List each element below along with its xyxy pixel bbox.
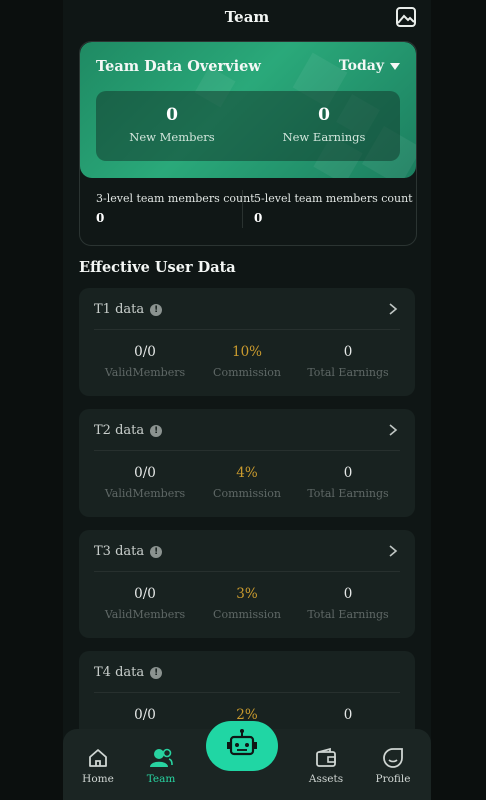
divider xyxy=(94,692,400,693)
valid-members-label: ValidMembers xyxy=(104,608,186,621)
top-bar: Team xyxy=(63,0,431,36)
commission-label: Commission xyxy=(213,608,281,621)
total-earnings-value: 0 xyxy=(343,707,353,723)
total-earnings-value: 0 xyxy=(343,465,353,481)
total-earnings: 0 Total Earnings xyxy=(297,344,399,379)
total-earnings: 0 Total Earnings xyxy=(297,465,399,500)
image-icon[interactable] xyxy=(395,6,417,28)
profile-icon xyxy=(383,748,403,768)
center-action-button[interactable] xyxy=(206,721,278,771)
info-icon[interactable]: ! xyxy=(150,424,163,437)
valid-members-label: ValidMembers xyxy=(104,487,186,500)
valid-members-value: 0/0 xyxy=(134,586,156,602)
commission-label: Commission xyxy=(213,366,281,379)
overview-title: Team Data Overview xyxy=(96,58,261,75)
level5-count: 5-level team members count 0 xyxy=(254,192,413,225)
t1-title: T1 data xyxy=(94,302,145,317)
app-screen: Team Team Data Overview Today 0 New Memb… xyxy=(63,0,431,800)
total-earnings: 0 xyxy=(297,707,399,723)
commission-value: 10% xyxy=(231,344,262,360)
nav-profile-label: Profile xyxy=(375,773,411,785)
info-icon[interactable]: ! xyxy=(150,303,163,316)
divider xyxy=(94,450,400,451)
t3-data-card[interactable]: T3 data ! 0/0 ValidMembers 3% Commission… xyxy=(79,530,415,638)
commission-value: 3% xyxy=(236,586,258,602)
chevron-right-icon[interactable] xyxy=(387,423,399,437)
period-label: Today xyxy=(338,58,384,74)
valid-members-label: ValidMembers xyxy=(104,366,186,379)
total-earnings-label: Total Earnings xyxy=(307,366,389,379)
level5-label: 5-level team members count xyxy=(254,192,413,205)
page-title: Team xyxy=(224,8,270,26)
chevron-right-icon[interactable] xyxy=(387,302,399,316)
level3-count: 3-level team members count 0 xyxy=(96,192,255,225)
caret-down-icon xyxy=(390,62,400,70)
level3-label: 3-level team members count xyxy=(96,192,255,205)
nav-profile[interactable]: Profile xyxy=(363,747,423,785)
level-counts: 3-level team members count 0 5-level tea… xyxy=(80,178,416,245)
period-dropdown[interactable]: Today xyxy=(339,58,400,74)
commission-value: 4% xyxy=(236,465,258,481)
wallet-icon xyxy=(316,747,336,767)
commission: 3% Commission xyxy=(196,586,298,621)
valid-members: 0/0 ValidMembers xyxy=(94,586,196,621)
nav-assets[interactable]: Assets xyxy=(296,747,356,785)
valid-members: 0/0 xyxy=(94,707,196,723)
total-earnings: 0 Total Earnings xyxy=(297,586,399,621)
t3-title: T3 data xyxy=(94,544,145,559)
new-members-label: New Members xyxy=(129,130,215,144)
valid-members-value: 0/0 xyxy=(134,344,156,360)
total-earnings-label: Total Earnings xyxy=(307,608,389,621)
new-members-stat: 0 New Members xyxy=(96,105,248,144)
nav-home-label: Home xyxy=(82,773,114,785)
team-icon xyxy=(150,748,173,767)
info-icon[interactable]: ! xyxy=(150,666,163,679)
level5-value: 0 xyxy=(254,211,263,225)
t2-title: T2 data xyxy=(94,423,145,438)
card-title: T3 data ! xyxy=(94,544,163,559)
overview-stats: 0 New Members 0 New Earnings xyxy=(96,91,400,161)
t2-data-card[interactable]: T2 data ! 0/0 ValidMembers 4% Commission… xyxy=(79,409,415,517)
t4-title: T4 data xyxy=(94,665,145,680)
divider xyxy=(94,329,400,330)
valid-members: 0/0 ValidMembers xyxy=(94,344,196,379)
new-earnings-stat: 0 New Earnings xyxy=(248,105,400,144)
card-title: T4 data ! xyxy=(94,665,163,680)
valid-members: 0/0 ValidMembers xyxy=(94,465,196,500)
home-icon xyxy=(89,749,107,767)
nav-assets-label: Assets xyxy=(308,773,344,785)
new-earnings-value: 0 xyxy=(318,105,330,125)
nav-team[interactable]: Team xyxy=(131,747,191,785)
total-earnings-value: 0 xyxy=(343,344,353,360)
info-icon[interactable]: ! xyxy=(150,545,163,558)
section-title: Effective User Data xyxy=(79,259,236,276)
valid-members-value: 0/0 xyxy=(134,465,156,481)
card-title: T1 data ! xyxy=(94,302,163,317)
commission: 10% Commission xyxy=(196,344,298,379)
card-title: T2 data ! xyxy=(94,423,163,438)
new-earnings-label: New Earnings xyxy=(282,130,366,144)
nav-home[interactable]: Home xyxy=(68,747,128,785)
divider xyxy=(242,190,243,228)
new-members-value: 0 xyxy=(166,105,178,125)
commission-label: Commission xyxy=(213,487,281,500)
total-earnings-value: 0 xyxy=(343,586,353,602)
robot-icon xyxy=(227,729,257,756)
chevron-right-icon[interactable] xyxy=(387,544,399,558)
divider xyxy=(94,571,400,572)
t1-data-card[interactable]: T1 data ! 0/0 ValidMembers 10% Commissio… xyxy=(79,288,415,396)
total-earnings-label: Total Earnings xyxy=(307,487,389,500)
valid-members-value: 0/0 xyxy=(134,707,156,723)
overview-banner: Team Data Overview Today 0 New Members 0… xyxy=(80,42,416,178)
team-data-overview-card: Team Data Overview Today 0 New Members 0… xyxy=(79,41,417,246)
commission: 4% Commission xyxy=(196,465,298,500)
level3-value: 0 xyxy=(96,211,105,225)
nav-team-label: Team xyxy=(146,773,176,785)
